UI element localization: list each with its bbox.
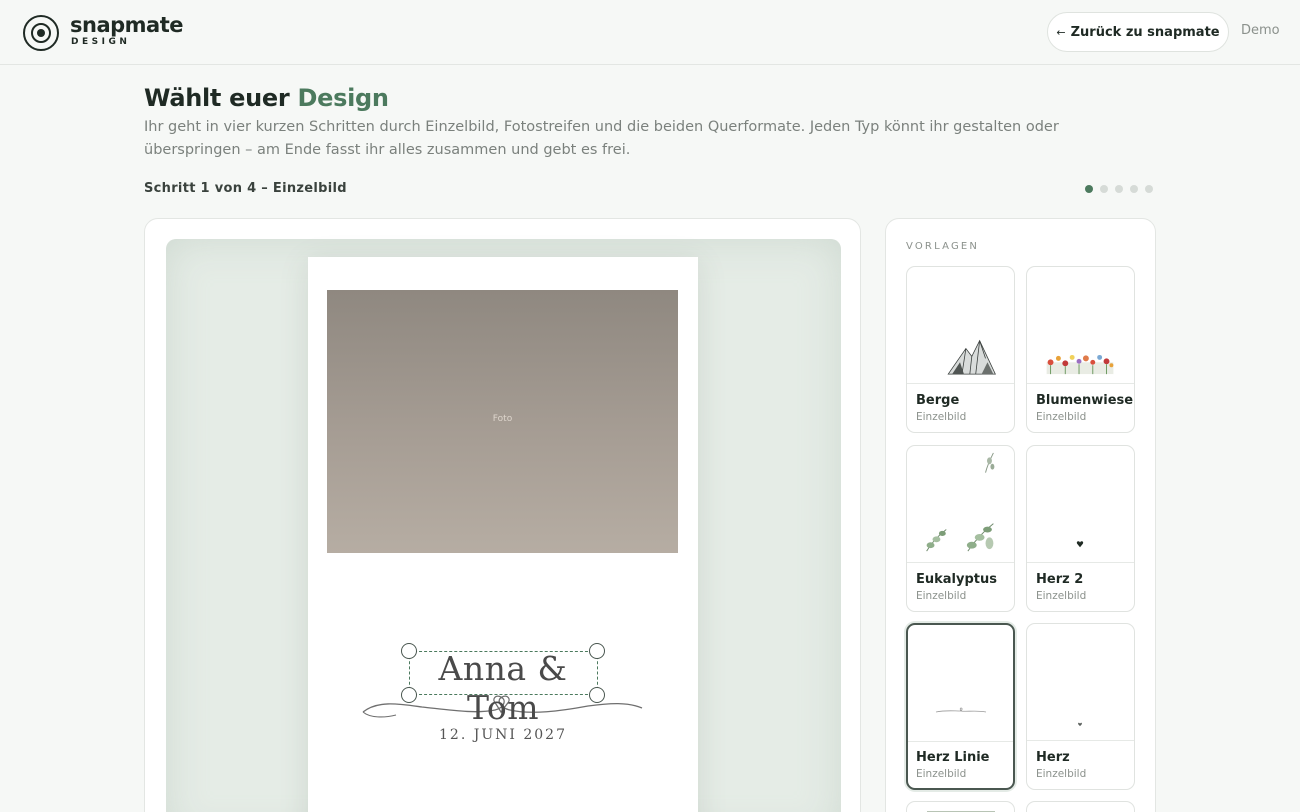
demo-link[interactable]: Demo bbox=[1241, 23, 1280, 38]
template-name: Herz Linie bbox=[916, 750, 990, 765]
template-meta: Herz Linie Einzelbild bbox=[908, 741, 1013, 788]
heart-dot-icon bbox=[1076, 541, 1084, 548]
heart-small-icon bbox=[1078, 722, 1082, 727]
logo-subtitle: DESIGN bbox=[71, 37, 131, 47]
step-indicator bbox=[1085, 185, 1153, 193]
template-meta: Eukalyptus Einzelbild bbox=[907, 562, 1014, 611]
back-to-snapmate-button[interactable]: ← Zurück zu snapmate bbox=[1047, 12, 1229, 52]
template-card-eukalyptus[interactable]: Eukalyptus Einzelbild bbox=[906, 445, 1015, 612]
back-button-label: Zurück zu snapmate bbox=[1070, 24, 1220, 40]
template-meta: Berge Einzelbild bbox=[907, 383, 1014, 432]
eucalyptus-icon bbox=[926, 452, 995, 552]
title-accent: Design bbox=[297, 84, 389, 112]
template-card-next-1[interactable] bbox=[906, 801, 1015, 812]
template-card-herz-linie[interactable]: Herz Linie Einzelbild bbox=[906, 623, 1015, 790]
arrow-left-icon: ← bbox=[1056, 25, 1066, 39]
title-prefix: Wählt euer bbox=[144, 84, 290, 112]
selection-box[interactable] bbox=[409, 651, 598, 695]
step-dot-3 bbox=[1115, 185, 1123, 193]
template-type: Einzelbild bbox=[1036, 411, 1087, 423]
logo-name[interactable]: snapmate bbox=[70, 13, 184, 37]
template-card-herz[interactable]: Herz Einzelbild bbox=[1026, 623, 1135, 790]
template-card-berge[interactable]: Berge Einzelbild bbox=[906, 266, 1015, 433]
template-card-next-2[interactable] bbox=[1026, 801, 1135, 812]
step-dot-1 bbox=[1085, 185, 1093, 193]
template-type: Einzelbild bbox=[916, 411, 967, 423]
template-name: Blumenwiese bbox=[1036, 393, 1134, 408]
templates-title: VORLAGEN bbox=[906, 241, 980, 252]
template-type: Einzelbild bbox=[1036, 590, 1087, 602]
step-dot-4 bbox=[1130, 185, 1138, 193]
template-name: Berge bbox=[916, 393, 960, 408]
template-name: Herz bbox=[1036, 750, 1070, 765]
resize-handle-bottom-left[interactable] bbox=[401, 687, 417, 703]
template-thumb-partial-icon bbox=[927, 811, 995, 812]
step-label: Schritt 1 von 4 – Einzelbild bbox=[144, 181, 347, 196]
resize-handle-top-left[interactable] bbox=[401, 643, 417, 659]
photo-label: Foto bbox=[492, 414, 513, 424]
flower-meadow-icon bbox=[1046, 354, 1114, 375]
resize-handle-top-right[interactable] bbox=[589, 643, 605, 659]
template-card-herz-2[interactable]: Herz 2 Einzelbild bbox=[1026, 445, 1135, 612]
template-card-blumenwiese[interactable]: Blumenwiese Einzelbild bbox=[1026, 266, 1135, 433]
logo-dot bbox=[37, 29, 45, 37]
date-text[interactable]: 12. JUNI 2027 bbox=[420, 727, 586, 743]
template-name: Herz 2 bbox=[1036, 572, 1084, 587]
template-meta: Herz 2 Einzelbild bbox=[1027, 562, 1134, 611]
heart-line-icon bbox=[935, 707, 987, 713]
mountain-icon bbox=[947, 339, 996, 375]
template-type: Einzelbild bbox=[1036, 768, 1087, 780]
resize-handle-bottom-right[interactable] bbox=[589, 687, 605, 703]
page-description: Ihr geht in vier kurzen Schritten durch … bbox=[144, 119, 1059, 158]
step-dot-2 bbox=[1100, 185, 1108, 193]
template-meta: Blumenwiese Einzelbild bbox=[1027, 383, 1134, 432]
step-dot-5 bbox=[1145, 185, 1153, 193]
template-name: Eukalyptus bbox=[916, 572, 997, 587]
template-type: Einzelbild bbox=[916, 768, 967, 780]
template-meta: Herz Einzelbild bbox=[1027, 740, 1134, 789]
snapmate-logo-icon[interactable] bbox=[23, 15, 59, 51]
page-title: Wählt euer Design bbox=[144, 84, 389, 112]
template-type: Einzelbild bbox=[916, 590, 967, 602]
